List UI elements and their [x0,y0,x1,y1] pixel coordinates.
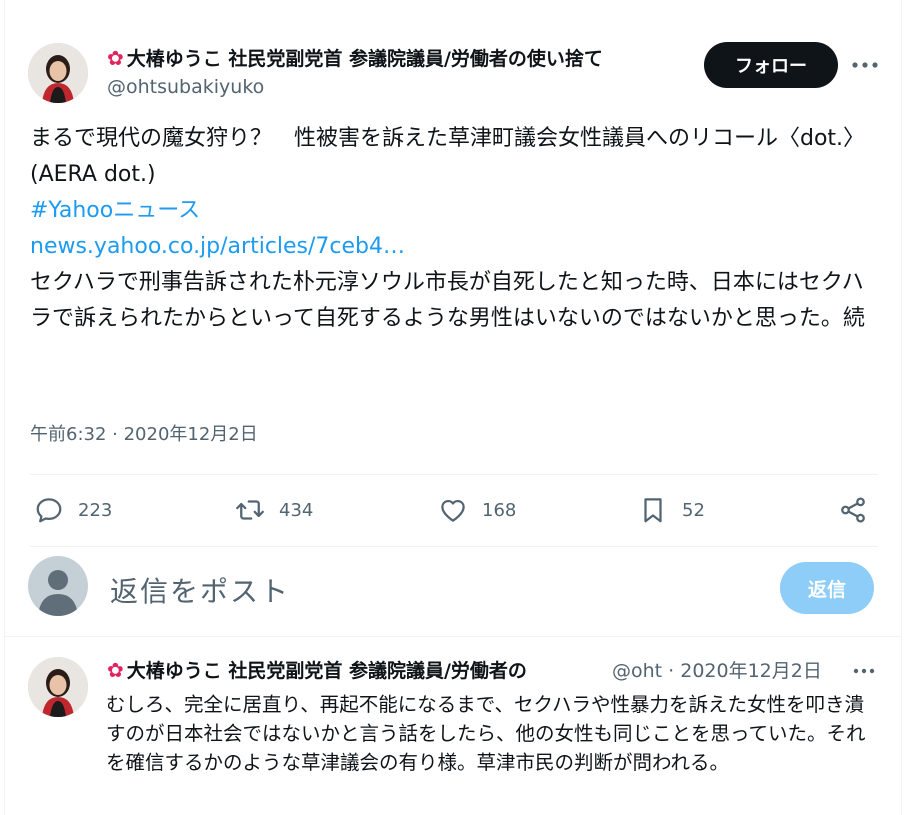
divider-top [30,474,878,475]
tweet-body: まるで現代の魔女狩り？ 性被害を訴えた草津町議会女性議員へのリコール〈dot.〉… [30,121,880,337]
follow-button[interactable]: フォロー [704,42,838,88]
reply-text: むしろ、完全に居直り、再起不能になるまで、セクハラや性暴力を訴えた女性を叩き潰す… [106,693,866,774]
more-icon[interactable] [850,660,878,682]
retweet-action[interactable]: 434 [235,490,313,530]
hibiscus-icon: ✿ [107,658,124,682]
reply-author-name[interactable]: ✿ 大椿ゆうこ 社民党副党首 参議院議員/労働者の [107,656,527,683]
hashtag-link[interactable]: #Yahooニュース [30,193,880,229]
reply-input[interactable]: 返信をポスト [110,570,290,610]
reply-author-name-text: 大椿ゆうこ 社民党副党首 参議院議員/労働者の [126,660,527,682]
reply-button[interactable]: 返信 [780,562,874,614]
bookmark-count: 52 [682,499,705,521]
like-count: 168 [482,499,517,521]
retweet-count: 434 [279,499,314,521]
tweet-text-line1: まるで現代の魔女狩り？ 性被害を訴えた草津町議会女性議員へのリコール〈dot.〉… [30,126,866,187]
share-action[interactable] [838,490,868,530]
viewer-avatar[interactable] [28,556,88,616]
author-handle[interactable]: @ohtsubakiyuko [107,76,264,98]
hibiscus-icon: ✿ [107,46,124,70]
reply-meta[interactable]: @oht · 2020年12月2日 [612,656,822,683]
section-divider [5,636,902,637]
retweet-icon [236,500,264,520]
reply-count: 223 [78,499,113,521]
share-icon [841,497,865,523]
reply-action[interactable]: 223 [34,490,112,530]
frame-border-left [4,0,5,815]
tweet-page: ✿ 大椿ゆうこ 社民党副党首 参議院議員/労働者の使い捨て @ohtsubakiy… [0,0,907,815]
divider-bottom [30,546,878,547]
frame-border-right [901,0,902,815]
bookmark-action[interactable]: 52 [638,490,705,530]
tweet-timestamp[interactable]: 午前6:32 · 2020年12月2日 [30,420,258,446]
article-link[interactable]: news.yahoo.co.jp/articles/7ceb4… [30,229,880,265]
reply-icon [36,498,62,523]
bookmark-icon [644,498,662,523]
like-action[interactable]: 168 [438,490,516,530]
author-avatar[interactable] [28,43,88,103]
heart-icon [441,499,465,522]
reply-author-avatar[interactable] [28,657,88,717]
more-icon[interactable] [848,52,882,78]
author-name-text: 大椿ゆうこ 社民党副党首 参議院議員/労働者の使い捨て [126,48,603,70]
author-name[interactable]: ✿ 大椿ゆうこ 社民党副党首 参議院議員/労働者の使い捨て [107,44,603,71]
tweet-text-line2: セクハラで刑事告訴された朴元淳ソウル市長が自死したと知った時、日本にはセクハラで… [30,270,865,331]
